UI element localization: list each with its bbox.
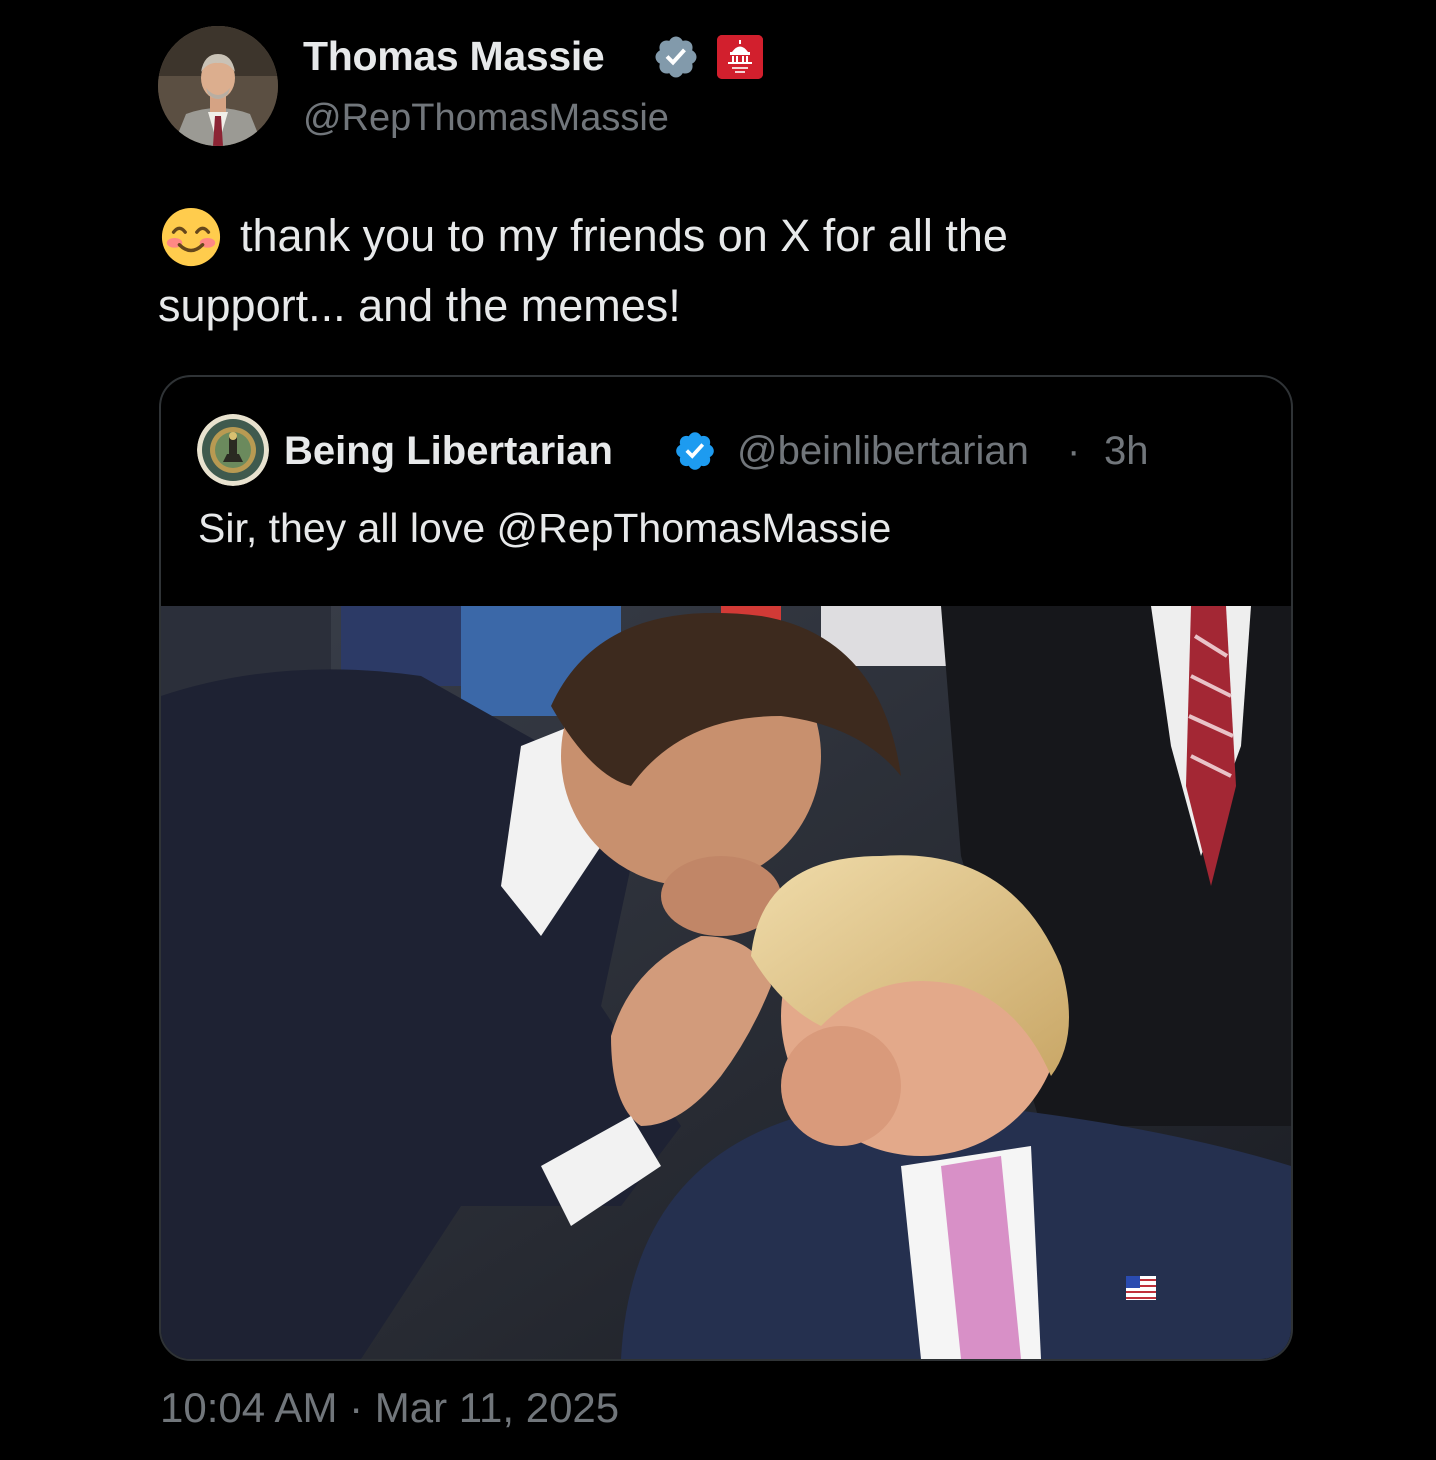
quoted-tweet-card[interactable]: Being Libertarian @beinlibertarian · 3h … — [159, 375, 1293, 1361]
quoted-tweet-photo[interactable] — [161, 606, 1291, 1359]
tweet-container: Thomas Massie @RepThomasMassie thank you… — [0, 0, 1436, 1460]
house-gop-affiliation-badge-icon[interactable] — [717, 35, 763, 79]
quoted-tweet-time[interactable]: 3h — [1104, 429, 1149, 474]
being-libertarian-logo-icon — [197, 414, 269, 486]
quoted-author-avatar[interactable] — [197, 414, 269, 486]
quoted-verified-badge-icon[interactable] — [673, 429, 717, 473]
tweet-timestamp[interactable]: 10:04 AM · Mar 11, 2025 — [160, 1384, 619, 1432]
quoted-author-handle[interactable]: @beinlibertarian — [737, 429, 1029, 474]
author-avatar[interactable] — [158, 26, 278, 146]
photo-illustration — [161, 606, 1291, 1359]
author-avatar-image — [158, 26, 278, 146]
tweet-text: thank you to my friends on X for all the… — [158, 210, 1008, 331]
author-display-name[interactable]: Thomas Massie — [303, 33, 605, 80]
quoted-meta-separator: · — [1067, 429, 1081, 473]
quoted-tweet-text: Sir, they all love @RepThomasMassie — [198, 505, 892, 551]
verified-badge-icon[interactable] — [652, 33, 700, 81]
quoted-author-display-name[interactable]: Being Libertarian — [284, 429, 613, 474]
author-handle[interactable]: @RepThomasMassie — [303, 97, 669, 140]
